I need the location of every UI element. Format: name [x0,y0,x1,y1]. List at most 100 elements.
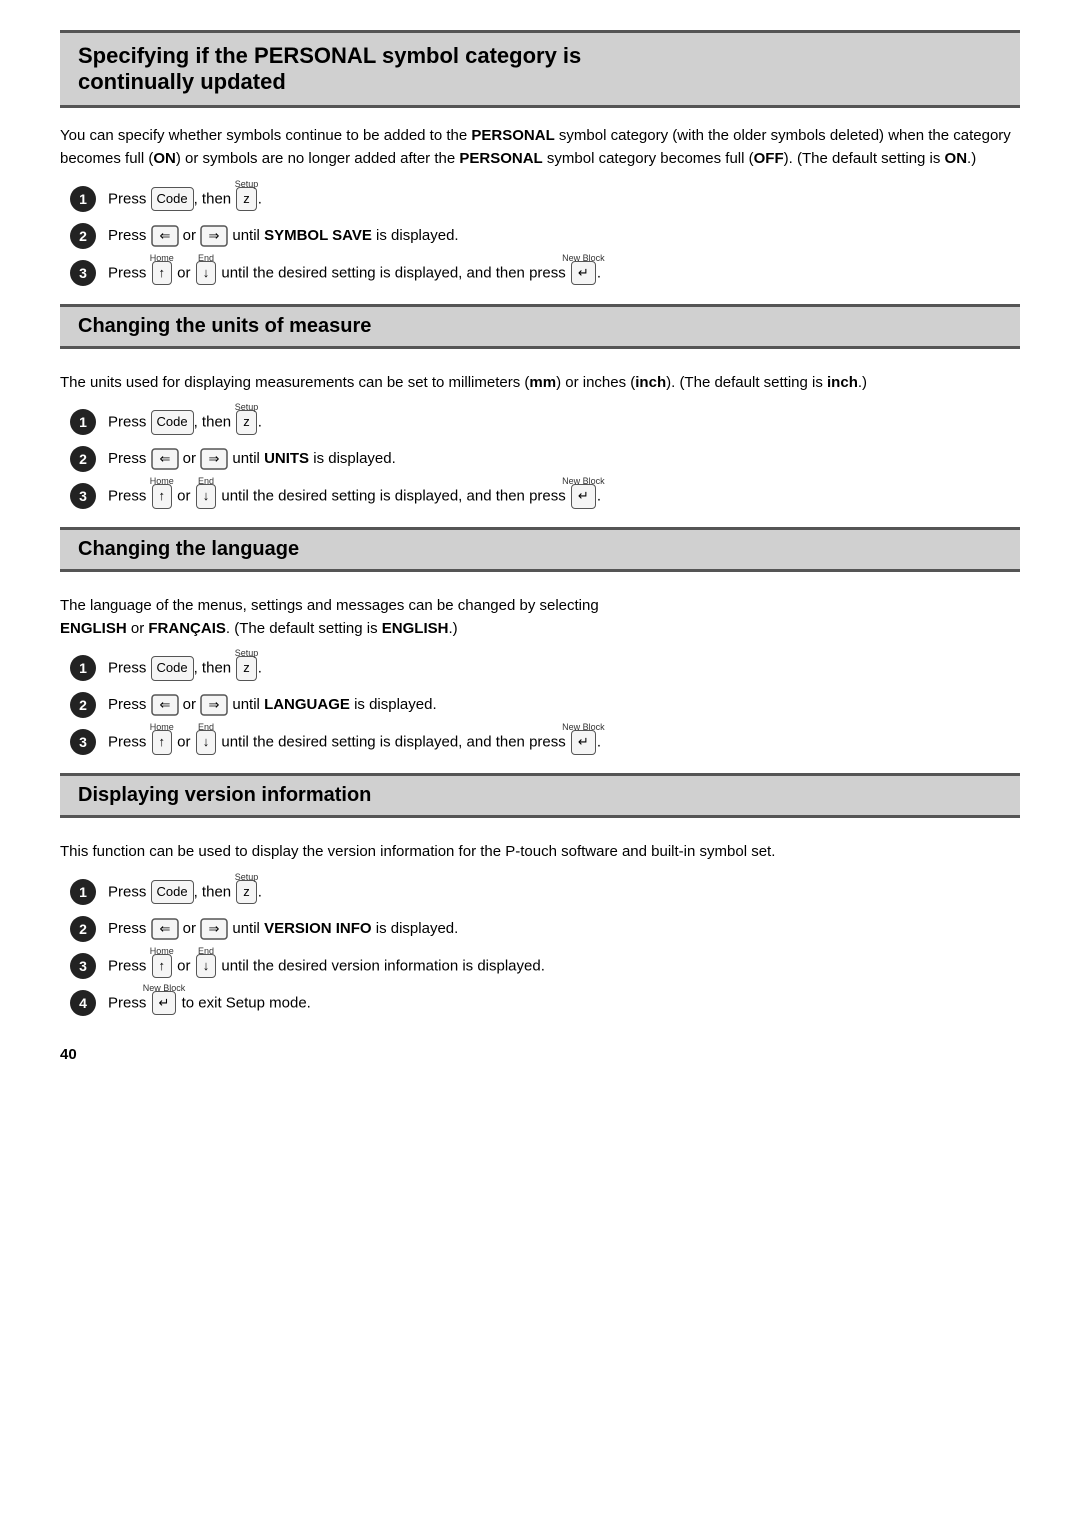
code-key: Code [151,187,194,212]
s4-step-num-1: 1 [70,879,96,905]
section3-step1: 1 Press Code, then Setup z . [70,654,1020,681]
enter-key-wrapper: New Block ↵ [571,261,596,286]
section1-title: Specifying if the PERSONAL symbol catego… [78,43,1002,95]
home-label: Home [150,251,174,265]
right-arrow-key: ⇒ [200,224,228,248]
s2-right-arrow: ⇒ [200,447,228,471]
svg-text:⇒: ⇒ [209,228,220,243]
section1-step2-content: Press ⇐ or ⇒ until SYMBOL SAVE is displa… [108,222,459,248]
section4-step2-content: Press ⇐ or ⇒ until VERSION INFO is displ… [108,915,458,941]
s3-enter-key-wrapper: New Block ↵ [571,730,596,755]
s2-up-key-wrapper: Home ↑ [152,484,173,509]
section2-step1-content: Press Code, then Setup z . [108,408,262,435]
section1-step2: 2 Press ⇐ or ⇒ until SYMBOL SAVE is disp… [70,222,1020,249]
newblock-label: New Block [562,251,605,265]
s3-newblock-label: New Block [562,720,605,734]
section2-step1: 1 Press Code, then Setup z . [70,408,1020,435]
s2-z-key-wrapper: Setup z [236,410,257,435]
section4-step1: 1 Press Code, then Setup z . [70,878,1020,905]
s4-home-label: Home [150,944,174,958]
z-key-wrapper: Setup z [236,187,257,212]
step-num-3: 3 [70,260,96,286]
s3-step-num-2: 2 [70,692,96,718]
section4-step4: 4 Press New Block ↵ to exit Setup mode. [70,989,1020,1016]
section1-step1-content: Press Code, then Setup z . [108,185,262,212]
s3-step-num-3: 3 [70,729,96,755]
section3-title: Changing the language [78,538,1002,561]
end-label: End [198,251,214,265]
section3-title-box: Changing the language [60,527,1020,572]
s4-code-key: Code [151,880,194,905]
down-key-wrapper: End ↓ [196,261,217,286]
section1-step1: 1 Press Code, then Setup z . [70,185,1020,212]
left-arrow-key: ⇐ [151,224,179,248]
svg-text:⇒: ⇒ [209,697,220,712]
s4-right-arrow: ⇒ [200,917,228,941]
section2-title-box: Changing the units of measure [60,304,1020,349]
s4-step-num-4: 4 [70,990,96,1016]
s3-step-num-1: 1 [70,655,96,681]
s4-up-key-wrapper: Home ↑ [152,954,173,979]
section2-step2-content: Press ⇐ or ⇒ until UNITS is displayed. [108,445,396,471]
s4-enter-key-wrapper: New Block ↵ [152,991,177,1016]
section4-step4-content: Press New Block ↵ to exit Setup mode. [108,989,311,1016]
s4-left-arrow: ⇐ [151,917,179,941]
section4-step2: 2 Press ⇐ or ⇒ until VERSION INFO is dis… [70,915,1020,942]
section1-step3-content: Press Home ↑ or End ↓ until the desired … [108,259,601,286]
section1-steps: 1 Press Code, then Setup z . 2 Press ⇐ o… [70,185,1020,286]
section2-steps: 1 Press Code, then Setup z . 2 Press ⇐ o… [70,408,1020,509]
s2-left-arrow: ⇐ [151,447,179,471]
section3-steps: 1 Press Code, then Setup z . 2 Press ⇐ o… [70,654,1020,755]
section3-step2-content: Press ⇐ or ⇒ until LANGUAGE is displayed… [108,691,437,717]
svg-text:⇒: ⇒ [209,451,220,466]
s2-enter-key-wrapper: New Block ↵ [571,484,596,509]
section4-title: Displaying version information [78,784,1002,807]
section3-step1-content: Press Code, then Setup z . [108,654,262,681]
s3-z-key-wrapper: Setup z [236,656,257,681]
s3-right-arrow: ⇒ [200,693,228,717]
s3-left-arrow: ⇐ [151,693,179,717]
step-num-1: 1 [70,186,96,212]
section4-step1-content: Press Code, then Setup z . [108,878,262,905]
svg-text:⇐: ⇐ [159,228,170,243]
s4-end-label: End [198,944,214,958]
s2-step-num-2: 2 [70,446,96,472]
section4-steps: 1 Press Code, then Setup z . 2 Press ⇐ o… [70,878,1020,1016]
s3-home-label: Home [150,720,174,734]
s3-code-key: Code [151,656,194,681]
s2-setup-label: Setup [235,400,259,414]
s4-step-num-2: 2 [70,916,96,942]
s2-step-num-3: 3 [70,483,96,509]
section4-step3: 3 Press Home ↑ or End ↓ until the desire… [70,952,1020,979]
s4-z-key-wrapper: Setup z [236,880,257,905]
s4-setup-label: Setup [235,870,259,884]
s4-newblock-label: New Block [143,981,186,995]
s2-end-label: End [198,474,214,488]
step-num-2: 2 [70,223,96,249]
s2-step-num-1: 1 [70,409,96,435]
s3-setup-label: Setup [235,646,259,660]
section1-title-box: Specifying if the PERSONAL symbol catego… [60,30,1020,108]
s2-down-key-wrapper: End ↓ [196,484,217,509]
svg-text:⇐: ⇐ [159,921,170,936]
section2-step3-content: Press Home ↑ or End ↓ until the desired … [108,482,601,509]
s2-newblock-label: New Block [562,474,605,488]
section1-body: You can specify whether symbols continue… [60,124,1020,171]
setup-label: Setup [235,177,259,191]
section2-title: Changing the units of measure [78,315,1002,338]
up-key-wrapper: Home ↑ [152,261,173,286]
svg-text:⇐: ⇐ [159,451,170,466]
section2-body: The units used for displaying measuremen… [60,371,1020,394]
section3-step3: 3 Press Home ↑ or End ↓ until the desire… [70,728,1020,755]
section4-step3-content: Press Home ↑ or End ↓ until the desired … [108,952,545,979]
section3-body: The language of the menus, settings and … [60,594,1020,641]
section3-step2: 2 Press ⇐ or ⇒ until LANGUAGE is display… [70,691,1020,718]
section3-step3-content: Press Home ↑ or End ↓ until the desired … [108,728,601,755]
s2-home-label: Home [150,474,174,488]
page-number: 40 [60,1046,1020,1063]
s3-down-key-wrapper: End ↓ [196,730,217,755]
s3-end-label: End [198,720,214,734]
svg-text:⇒: ⇒ [209,921,220,936]
section2-step3: 3 Press Home ↑ or End ↓ until the desire… [70,482,1020,509]
section1-step3: 3 Press Home ↑ or End ↓ until the desire… [70,259,1020,286]
